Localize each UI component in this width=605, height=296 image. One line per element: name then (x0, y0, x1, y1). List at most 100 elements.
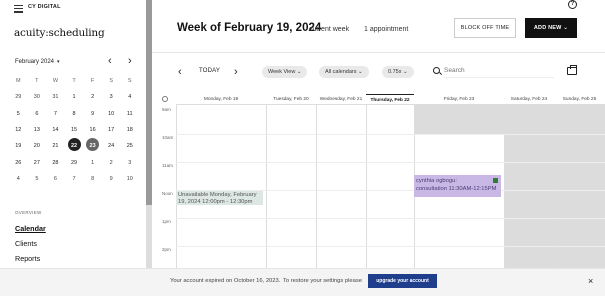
mini-calendar-day[interactable]: 5 (9, 111, 28, 117)
hour-label: 11am (162, 163, 173, 168)
nav-calendar[interactable]: Calendar (15, 224, 46, 233)
upgrade-button[interactable]: upgrade your account (368, 274, 437, 288)
mini-calendar-day[interactable]: 25 (120, 143, 139, 149)
mini-calendar-day[interactable]: 6 (46, 176, 65, 182)
mini-calendar-day[interactable]: 2 (102, 160, 121, 166)
mini-calendar-day[interactable]: 30 (28, 94, 47, 100)
week-grid: Monday, Feb 19 Tuesday, Feb 20 Wednesday… (152, 94, 605, 268)
month-selector[interactable]: February 2024 ▾ (15, 59, 60, 65)
mini-calendar-day[interactable]: 8 (83, 176, 102, 182)
day-column-unavailable[interactable] (504, 105, 554, 268)
search-input[interactable] (444, 64, 554, 78)
next-month-icon[interactable]: › (128, 55, 132, 67)
mini-calendar-day[interactable]: 15 (65, 127, 84, 133)
day-number: 5 (35, 175, 39, 182)
mini-calendar-day[interactable]: 5 (28, 176, 47, 182)
mini-calendar-day[interactable]: 14 (46, 127, 65, 133)
expiry-message: Your account expired on October 16, 2023… (170, 278, 281, 284)
day-number: 14 (52, 127, 59, 134)
zoom-select[interactable]: 0.75x ⌄ (382, 66, 414, 78)
mini-calendar-day[interactable]: 27 (28, 160, 47, 166)
mini-calendar-week: 29 30 31 1 2 3 4 (9, 89, 139, 105)
mini-calendar-day[interactable]: 22 (65, 137, 84, 151)
prev-week-icon[interactable]: ‹ (178, 66, 182, 78)
mini-calendar-day[interactable]: 29 (65, 160, 84, 166)
mini-calendar-day[interactable]: 7 (65, 176, 84, 182)
hour-line (176, 218, 605, 219)
day-number: 23 (89, 143, 96, 150)
day-number: 19 (15, 143, 22, 150)
mini-calendar-day[interactable]: 11 (120, 111, 139, 117)
mini-calendar-day[interactable]: 10 (102, 111, 121, 117)
close-icon[interactable]: × (588, 276, 593, 286)
mini-calendar-day[interactable]: 4 (9, 176, 28, 182)
chevron-down-icon: ⌄ (563, 25, 569, 31)
mini-calendar-day[interactable]: 9 (102, 176, 121, 182)
mini-calendar-day[interactable]: 19 (9, 143, 28, 149)
view-select[interactable]: Week View ⌄ (262, 66, 308, 78)
day-header[interactable]: Wednesday, Feb 21 (316, 94, 366, 105)
mini-calendar-day[interactable]: 3 (120, 160, 139, 166)
add-new-button[interactable]: ADD NEW ⌄ (525, 18, 577, 38)
mini-calendar-day[interactable]: 8 (65, 111, 84, 117)
mini-calendar-day[interactable]: 4 (120, 94, 139, 100)
mini-calendar-day[interactable]: 29 (9, 94, 28, 100)
day-column[interactable] (316, 105, 366, 268)
mini-calendar-day[interactable]: 28 (46, 160, 65, 166)
day-column[interactable] (366, 105, 414, 268)
mini-calendar-day[interactable]: 17 (102, 127, 121, 133)
next-week-icon[interactable]: › (234, 66, 238, 78)
print-icon[interactable] (567, 65, 577, 75)
appointment-event[interactable]: cynthia ogbogu: consultation 11:30AM-12:… (414, 175, 501, 197)
mini-calendar-day[interactable]: 6 (28, 111, 47, 117)
mini-calendar-day[interactable]: 31 (46, 94, 65, 100)
day-column[interactable] (176, 105, 266, 268)
add-new-label: ADD NEW (533, 25, 562, 31)
day-header[interactable]: Tuesday, Feb 20 (266, 94, 316, 105)
day-number: 3 (109, 94, 113, 101)
help-icon[interactable]: ? (568, 0, 577, 9)
business-name[interactable]: CY DIGITAL (28, 4, 61, 10)
day-number: 2 (109, 159, 113, 166)
day-header[interactable]: Monday, Feb 19 (176, 94, 266, 105)
prev-month-icon[interactable]: ‹ (108, 55, 112, 67)
mini-calendar-day[interactable]: 3 (102, 94, 121, 100)
day-header[interactable]: Friday, Feb 23 (414, 94, 504, 105)
mini-calendar-day[interactable]: 24 (102, 143, 121, 149)
today-button[interactable]: TODAY (199, 68, 220, 74)
mini-calendar-day[interactable]: 2 (83, 94, 102, 100)
search-icon (433, 67, 440, 74)
mini-calendar-day[interactable]: 7 (46, 111, 65, 117)
mini-calendar-day[interactable]: 1 (65, 94, 84, 100)
day-column-unavailable[interactable] (554, 105, 605, 268)
day-number: 7 (72, 175, 76, 182)
nav-reports[interactable]: Reports (15, 254, 40, 263)
mini-calendar-day[interactable]: 13 (28, 127, 47, 133)
mini-calendar-day[interactable]: 12 (9, 127, 28, 133)
mini-calendar-day[interactable]: 9 (83, 111, 102, 117)
mini-calendar-day[interactable]: 21 (46, 143, 65, 149)
unavailable-event[interactable]: Unavailable Monday, February 19, 2024 12… (176, 191, 263, 205)
mini-calendar-weeks: 29 30 31 1 2 3 4 5 6 7 8 9 10 11 12 13 14 15 16 17 18 19 20 21 2… (9, 89, 139, 187)
day-number: 30 (33, 94, 40, 101)
day-number: 4 (128, 94, 132, 101)
day-column[interactable] (266, 105, 316, 268)
day-header[interactable]: Sunday, Feb 25 (554, 94, 605, 105)
mini-calendar-day[interactable]: 18 (120, 127, 139, 133)
day-number: 8 (72, 110, 76, 117)
mini-calendar-day[interactable]: 1 (83, 160, 102, 166)
calendars-select[interactable]: All calendars ⌄ (319, 66, 369, 78)
mini-calendar-day[interactable]: 20 (28, 143, 47, 149)
mini-calendar-day[interactable]: 16 (83, 127, 102, 133)
nav-clients[interactable]: Clients (15, 239, 37, 248)
mini-calendar-day[interactable]: 26 (9, 160, 28, 166)
day-number: 24 (108, 143, 115, 150)
menu-icon[interactable] (14, 5, 23, 13)
mini-calendar-day[interactable]: 10 (120, 176, 139, 182)
block-off-time-button[interactable]: BLOCK OFF TIME (454, 18, 516, 38)
day-header-today[interactable]: Thursday, Feb 22 (366, 94, 414, 105)
day-header[interactable]: Saturday, Feb 24 (504, 94, 554, 105)
zoom-select-label: 0.75x (388, 69, 402, 75)
mini-calendar-day[interactable]: 23 (83, 137, 102, 151)
caret-down-icon: ▾ (57, 59, 60, 65)
